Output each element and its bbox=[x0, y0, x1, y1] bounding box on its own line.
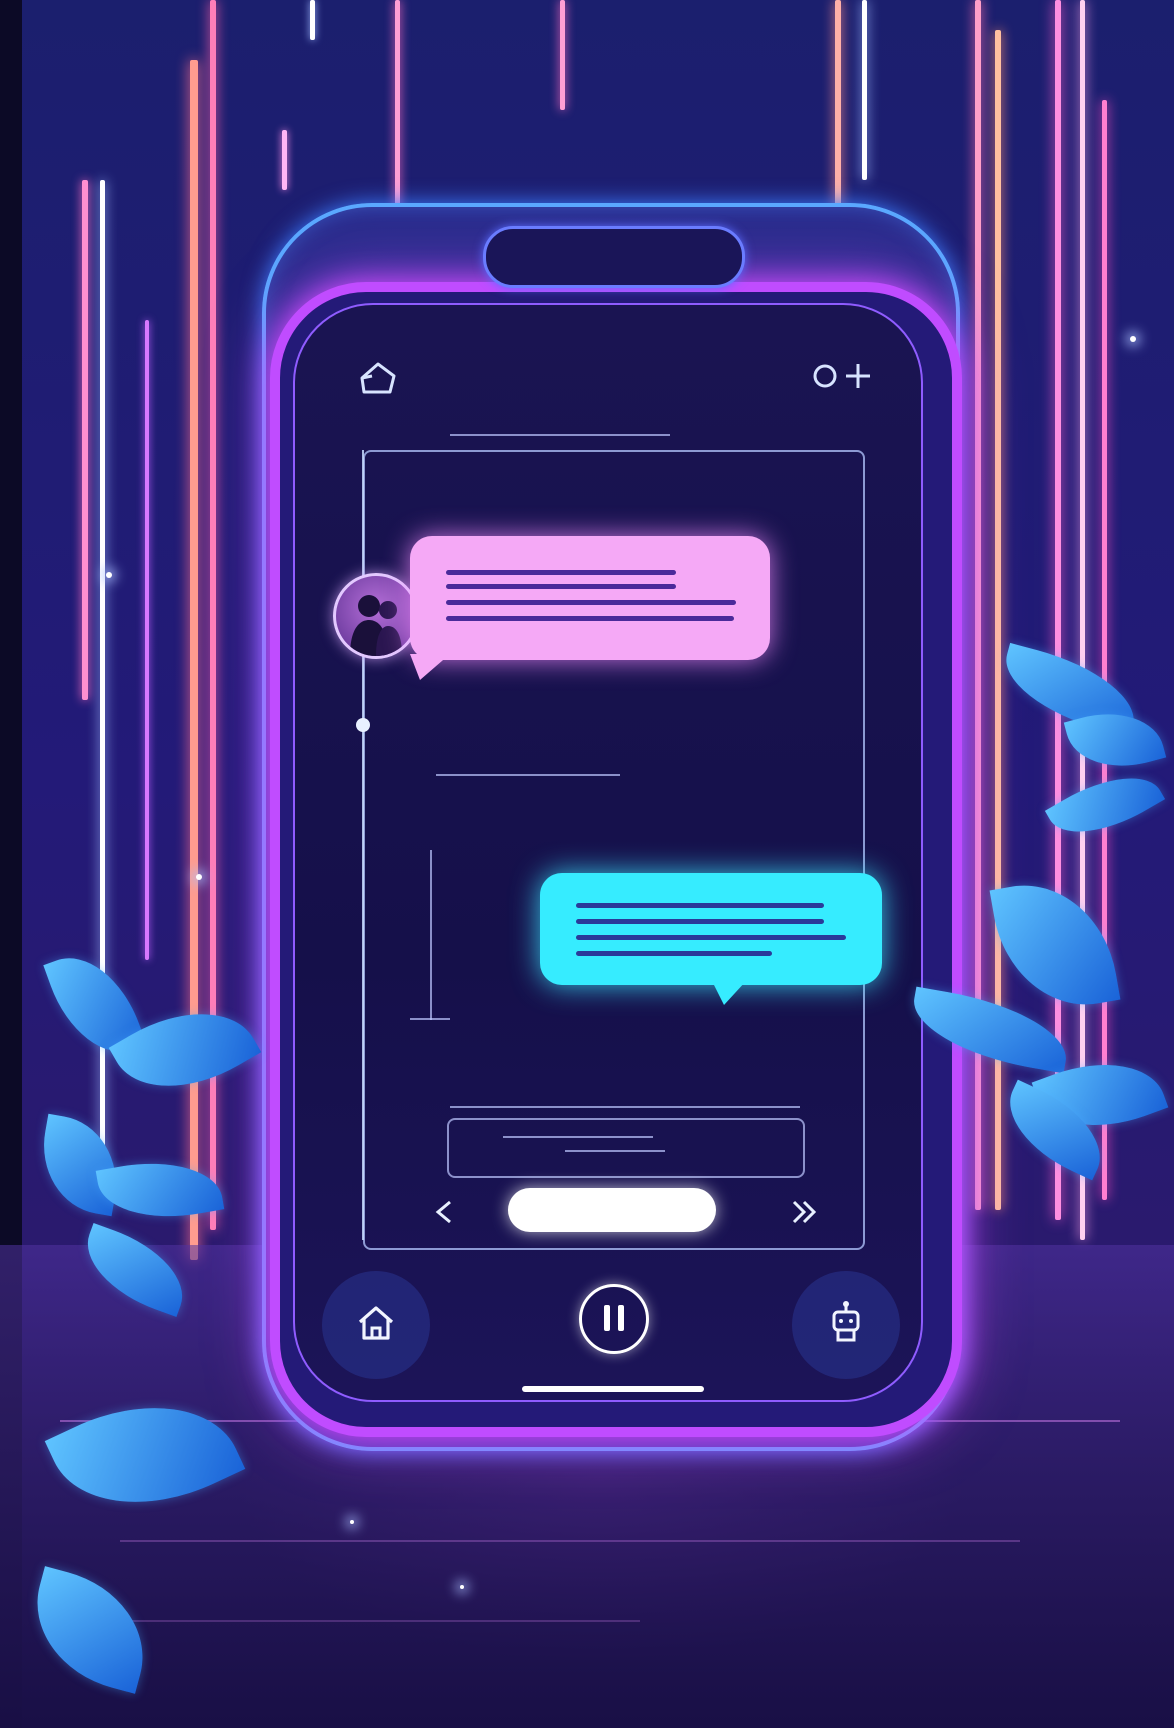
sparkle bbox=[460, 1585, 464, 1589]
phone-notch bbox=[483, 226, 745, 288]
text-placeholder-line bbox=[446, 600, 736, 605]
leaf bbox=[989, 871, 1121, 1019]
message-input[interactable] bbox=[447, 1118, 805, 1178]
neon-strip bbox=[282, 130, 287, 190]
chevron-left-icon[interactable] bbox=[432, 1198, 456, 1226]
avatar-silhouette-icon[interactable] bbox=[333, 573, 419, 659]
circle-plus-icon[interactable] bbox=[812, 360, 878, 392]
sparkle bbox=[106, 572, 112, 578]
scene-background bbox=[0, 0, 1174, 1728]
double-chevron-right-icon[interactable] bbox=[790, 1198, 820, 1226]
input-placeholder-line bbox=[565, 1150, 665, 1152]
timeline-dot bbox=[356, 718, 370, 732]
incoming-message-bubble[interactable] bbox=[410, 536, 770, 680]
text-placeholder-line bbox=[576, 935, 846, 940]
floor-line bbox=[120, 1540, 1020, 1542]
neon-strip bbox=[862, 0, 867, 180]
header-rule bbox=[450, 434, 670, 436]
neon-strip bbox=[1080, 0, 1085, 1240]
text-placeholder-line bbox=[446, 570, 676, 575]
composer-rule bbox=[450, 1106, 800, 1108]
text-placeholder-line bbox=[446, 616, 734, 621]
timeline-rule bbox=[362, 450, 364, 1240]
bubble-tail bbox=[410, 654, 450, 680]
send-button[interactable] bbox=[508, 1188, 716, 1232]
pause-button[interactable] bbox=[579, 1284, 649, 1354]
neon-strip bbox=[1102, 100, 1107, 1200]
outgoing-message-bubble[interactable] bbox=[540, 873, 882, 1005]
leaf bbox=[95, 1150, 225, 1230]
text-placeholder-line bbox=[576, 903, 824, 908]
sparkle bbox=[350, 1520, 354, 1524]
leaf bbox=[108, 982, 262, 1118]
bot-icon[interactable] bbox=[826, 1300, 866, 1344]
home-indicator[interactable] bbox=[522, 1386, 704, 1392]
neon-strip bbox=[310, 0, 315, 40]
neon-strip bbox=[82, 180, 88, 700]
home-icon[interactable] bbox=[356, 1304, 396, 1342]
text-placeholder-line bbox=[576, 951, 772, 956]
neon-strip bbox=[560, 0, 565, 110]
sparkle bbox=[196, 874, 202, 880]
home-outline-icon[interactable] bbox=[358, 360, 398, 396]
bubble-tail bbox=[712, 981, 746, 1005]
text-placeholder-line bbox=[446, 584, 676, 589]
neon-strip bbox=[145, 320, 149, 960]
divider-rule bbox=[436, 774, 620, 776]
text-placeholder-line bbox=[576, 919, 824, 924]
input-placeholder-line bbox=[503, 1136, 653, 1138]
sparkle bbox=[1130, 336, 1136, 342]
divider-rule bbox=[430, 850, 432, 1020]
pause-icon bbox=[602, 1303, 626, 1333]
divider-rule bbox=[410, 1018, 450, 1020]
floor-line bbox=[100, 1620, 640, 1622]
